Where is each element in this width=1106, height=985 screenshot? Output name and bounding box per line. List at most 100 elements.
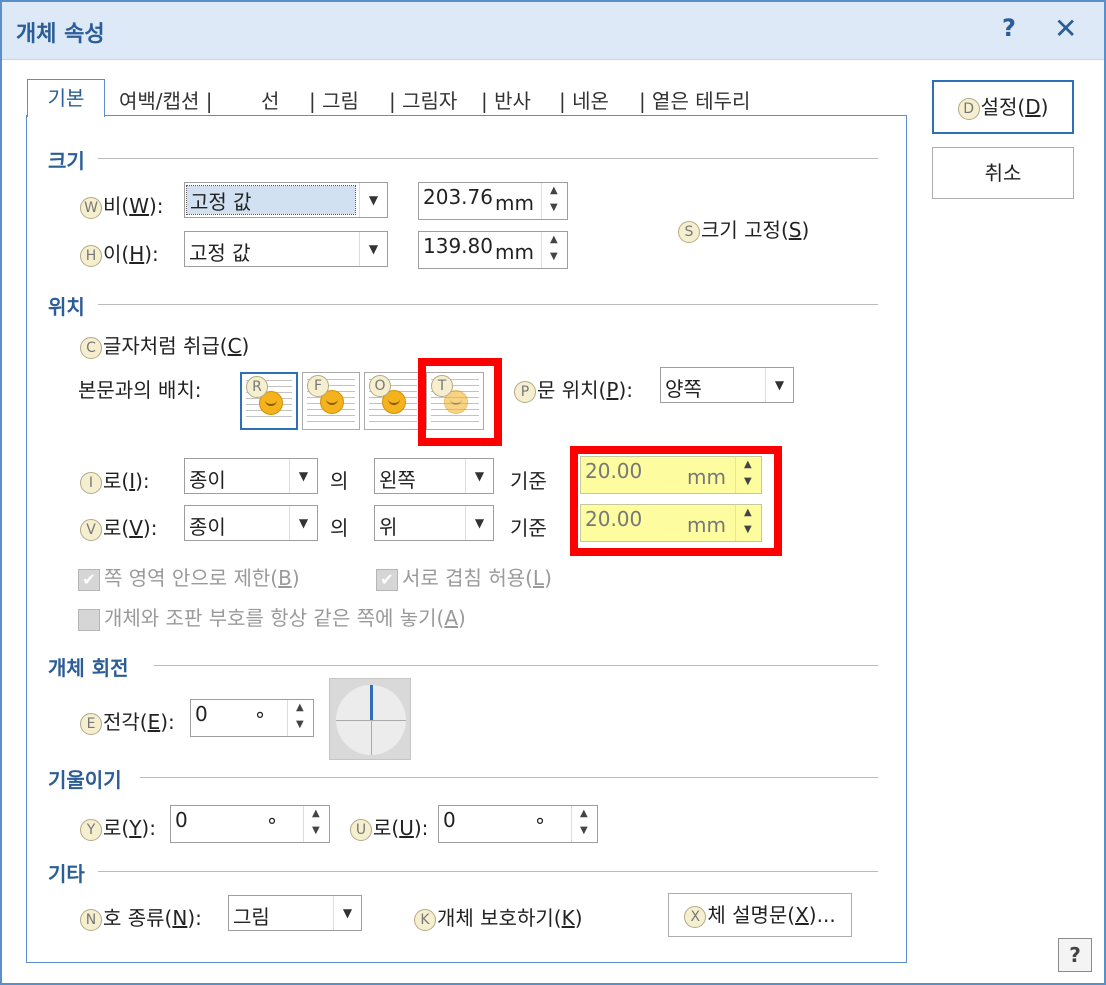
tab-soft-edge[interactable]: | 옅은 테두리	[639, 85, 750, 114]
treat-as-char-checkbox[interactable]: C 글자처럼 취급(C)	[80, 330, 249, 359]
tab-neon[interactable]: | 네온	[559, 85, 609, 114]
spin-buttons: ▲ ▼	[541, 232, 567, 268]
number-type-select[interactable]: 그림 ▼	[228, 895, 362, 931]
object-description-button[interactable]: X체 설명문(X)...	[668, 893, 852, 937]
vertical-reference-select[interactable]: 종이 ▼	[184, 505, 318, 541]
dialog-title: 개체 속성	[16, 22, 105, 47]
chevron-down-icon: ▼	[359, 232, 387, 266]
hotkey-badge: S	[678, 220, 700, 243]
hotkey-badge: H	[80, 244, 102, 267]
hotkey-badge: O	[369, 375, 391, 397]
close-icon[interactable]: ✕	[1054, 12, 1077, 45]
hotkey-badge: F	[307, 375, 329, 397]
divider	[140, 777, 878, 778]
tab-margin-caption[interactable]: 여백/캡션 |	[119, 85, 212, 114]
height-mode-select[interactable]: 고정 값 ▼	[184, 231, 388, 267]
tab-basic[interactable]: 기본	[27, 79, 105, 117]
check-icon: ✔	[376, 568, 398, 591]
wrap-square-button[interactable]: R	[240, 372, 298, 430]
hotkey-badge: V	[80, 518, 102, 541]
divider	[154, 665, 878, 666]
hotkey-badge: R	[246, 376, 268, 398]
wrap-label: 본문과의 배치:	[78, 378, 202, 402]
rotation-angle-label: E 전각(E):	[80, 706, 175, 735]
tab-line[interactable]: 선	[261, 85, 279, 114]
hotkey-badge: X	[684, 905, 707, 928]
chevron-down-icon: ▼	[289, 506, 317, 540]
same-page-checkbox[interactable]: 개체와 조판 부호를 항상 같은 쪽에 놓기(A)	[78, 602, 466, 631]
ok-button[interactable]: D 설정(D)	[932, 80, 1074, 134]
check-icon: ✔	[78, 568, 100, 591]
horizontal-label: I 로(I):	[80, 465, 150, 494]
section-size-title: 크기	[48, 149, 85, 173]
rotation-dial[interactable]	[329, 678, 411, 760]
object-properties-dialog: 개체 속성 ? ✕ 기본 여백/캡션 | 선 | 그림 | 그림자 | 반사 |…	[0, 0, 1106, 985]
basis-label: 기준	[510, 516, 547, 540]
hotkey-badge: C	[80, 336, 102, 359]
vertical-label: V 로(V):	[80, 512, 157, 541]
annotation-highlight-box	[570, 446, 782, 556]
divider	[98, 304, 878, 305]
section-rotation-title: 개체 회전	[48, 656, 129, 680]
vertical-side-select[interactable]: 위 ▼	[374, 505, 494, 541]
checkbox-box	[78, 608, 100, 631]
width-value-input[interactable]: 203.76 mm ▲ ▼	[418, 182, 568, 220]
skew-horizontal-input[interactable]: 0 ° ▲ ▼	[170, 805, 330, 843]
of-label: 의	[330, 516, 349, 540]
hotkey-badge: N	[80, 908, 102, 931]
rotation-angle-input[interactable]: 0 ° ▲ ▼	[190, 699, 314, 737]
number-type-label: N호 종류(N):	[80, 902, 202, 931]
chevron-down-icon: ▼	[359, 183, 387, 217]
hotkey-badge: D	[957, 97, 980, 120]
divider	[98, 871, 878, 872]
skew-horizontal-label: Y 로(Y):	[80, 812, 156, 841]
spin-buttons: ▲ ▼	[571, 806, 597, 842]
tab-reflection[interactable]: | 반사	[481, 85, 531, 114]
chevron-down-icon: ▼	[465, 459, 493, 493]
height-label: H 이(H):	[80, 238, 159, 267]
spin-buttons: ▲ ▼	[303, 806, 329, 842]
horizontal-side-select[interactable]: 왼쪽 ▼	[374, 458, 494, 494]
width-label: W 비(W):	[80, 190, 164, 219]
chevron-down-icon: ▼	[289, 459, 317, 493]
horizontal-reference-select[interactable]: 종이 ▼	[184, 458, 318, 494]
dial-needle	[370, 685, 373, 720]
text-position-select[interactable]: 양쪽 ▼	[660, 367, 794, 403]
spin-buttons: ▲ ▼	[541, 183, 567, 219]
hotkey-badge: U	[350, 818, 372, 841]
annotation-highlight-box	[418, 358, 502, 446]
hotkey-badge: I	[80, 471, 102, 494]
width-mode-select[interactable]: 고정 값 ▼	[184, 182, 388, 218]
of-label: 의	[330, 469, 349, 493]
cancel-button[interactable]: 취소	[932, 147, 1074, 199]
chevron-down-icon: ▼	[333, 896, 361, 930]
hotkey-badge: W	[80, 196, 102, 219]
section-misc-title: 기타	[48, 862, 85, 886]
wrap-behind-text-button[interactable]: O	[364, 372, 422, 430]
title-bar: 개체 속성 ? ✕	[2, 2, 1104, 60]
size-lock-checkbox[interactable]: S 크기 고정(S)	[678, 214, 809, 243]
help-button[interactable]: ?	[1058, 938, 1092, 972]
help-icon[interactable]: ?	[1002, 14, 1016, 42]
hotkey-badge: P	[514, 380, 536, 403]
height-value-input[interactable]: 139.80 mm ▲ ▼	[418, 231, 568, 269]
wrap-top-bottom-button[interactable]: F	[302, 372, 360, 430]
chevron-down-icon: ▼	[765, 368, 793, 402]
section-skew-title: 기울이기	[48, 768, 122, 792]
spin-buttons: ▲ ▼	[287, 700, 313, 736]
divider	[98, 158, 878, 159]
limit-to-page-checkbox[interactable]: ✔ 쪽 영역 안으로 제한(B)	[78, 562, 300, 591]
skew-vertical-input[interactable]: 0 ° ▲ ▼	[438, 805, 598, 843]
section-position-title: 위치	[48, 295, 85, 319]
tab-shadow[interactable]: | 그림자	[389, 85, 457, 114]
chevron-down-icon: ▼	[465, 506, 493, 540]
tab-picture[interactable]: | 그림	[309, 85, 359, 114]
skew-vertical-label: U 로(U):	[350, 812, 428, 841]
basis-label: 기준	[510, 469, 547, 493]
hotkey-badge: E	[80, 712, 102, 735]
hotkey-badge: K	[414, 908, 436, 931]
allow-overlap-checkbox[interactable]: ✔ 서로 겹침 허용(L)	[376, 562, 552, 591]
text-position-label: P문 위치(P):	[514, 374, 633, 403]
protect-object-checkbox[interactable]: K 개체 보호하기(K)	[414, 902, 583, 931]
hotkey-badge: Y	[80, 818, 102, 841]
